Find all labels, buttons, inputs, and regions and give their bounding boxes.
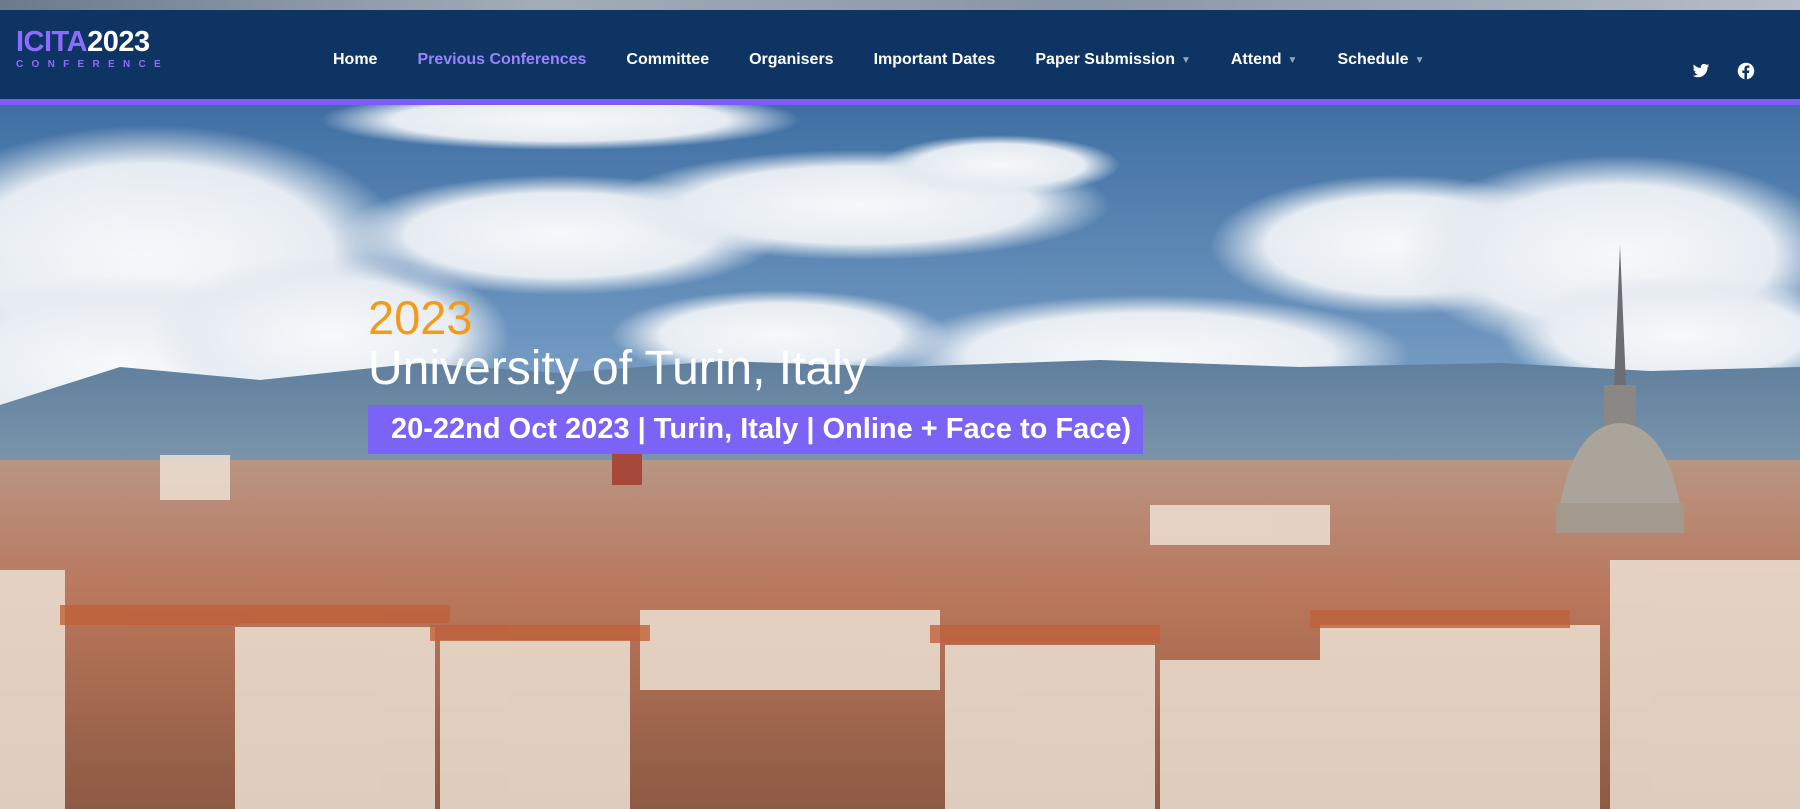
twitter-icon[interactable] xyxy=(1692,62,1710,80)
top-strip xyxy=(0,0,1800,10)
nav-paper-submission-label: Paper Submission xyxy=(1035,51,1175,68)
hero-section: 2023 University of Turin, Italy 20-22nd … xyxy=(0,105,1800,809)
nav-committee-label: Committee xyxy=(626,51,710,68)
hero-year: 2023 xyxy=(368,291,473,344)
nav-attend-label: Attend xyxy=(1230,51,1282,68)
logo-subtitle: CONFERENCE xyxy=(16,59,170,70)
nav-important-dates-label: Important Dates xyxy=(873,51,996,68)
navbar: ICITA2023 CONFERENCE Home Previous Confe… xyxy=(0,10,1800,99)
hero-venue: University of Turin, Italy xyxy=(368,342,867,395)
nav-paper-submission[interactable]: Paper Submission ▼ xyxy=(1035,51,1191,69)
site-logo[interactable]: ICITA2023 CONFERENCE xyxy=(16,28,170,71)
logo-part-2: 2023 xyxy=(87,26,150,58)
logo-wordmark: ICITA2023 xyxy=(16,28,169,57)
nav-home[interactable]: Home xyxy=(333,51,377,69)
nav-previous-conferences-label: Previous Conferences xyxy=(417,51,587,68)
main-nav: Home Previous Conferences Committee Orga… xyxy=(333,20,1464,100)
nav-schedule[interactable]: Schedule ▼ xyxy=(1337,51,1424,69)
chevron-down-icon: ▼ xyxy=(1180,54,1191,66)
nav-important-dates[interactable]: Important Dates xyxy=(874,51,996,69)
facebook-icon[interactable] xyxy=(1737,62,1755,80)
nav-previous-conferences[interactable]: Previous Conferences xyxy=(417,51,586,69)
nav-organisers-label: Organisers xyxy=(749,51,834,68)
nav-committee[interactable]: Committee xyxy=(626,51,709,69)
chevron-down-icon: ▼ xyxy=(1414,54,1425,66)
nav-home-label: Home xyxy=(333,51,378,68)
logo-part-1: ICITA xyxy=(16,26,88,58)
chevron-down-icon: ▼ xyxy=(1287,54,1298,66)
nav-organisers[interactable]: Organisers xyxy=(749,51,833,69)
nav-schedule-label: Schedule xyxy=(1337,51,1409,68)
hero-date-banner: 20-22nd Oct 2023 | Turin, Italy | Online… xyxy=(368,405,1143,454)
nav-attend[interactable]: Attend ▼ xyxy=(1231,51,1298,69)
turin-skyline-photo xyxy=(0,105,1800,809)
